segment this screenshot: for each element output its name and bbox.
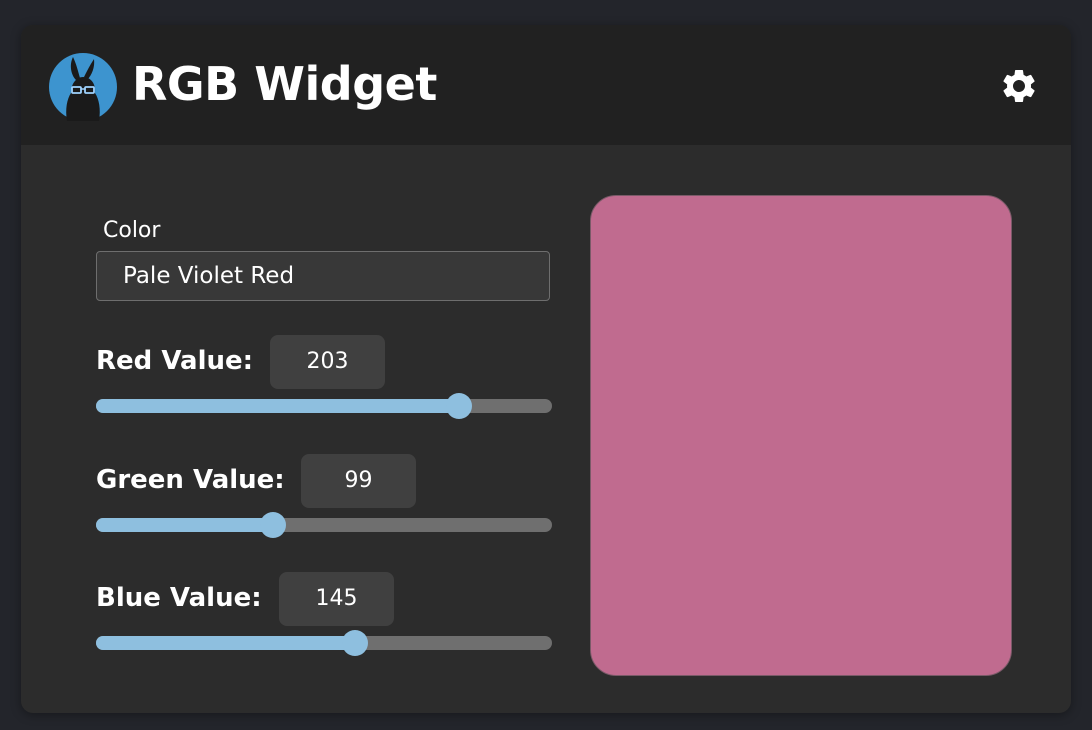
green-value-label: Green Value: [96, 465, 285, 495]
red-slider-thumb[interactable] [446, 393, 472, 419]
color-preview-swatch [590, 195, 1012, 676]
gear-icon[interactable] [999, 66, 1039, 106]
green-slider[interactable] [96, 512, 552, 538]
color-label: Color [103, 218, 161, 243]
header-bar: RGB Widget [21, 25, 1071, 145]
rabbit-logo-icon [49, 53, 117, 121]
green-slider-fill [96, 518, 274, 532]
green-value-input[interactable]: 99 [301, 454, 416, 508]
red-value-input[interactable]: 203 [270, 335, 385, 389]
blue-slider-thumb[interactable] [342, 630, 369, 656]
blue-value-label: Blue Value: [96, 583, 262, 613]
blue-slider[interactable] [96, 630, 552, 656]
blue-value-input[interactable]: 145 [279, 572, 394, 626]
app-title: RGB Widget [132, 57, 437, 111]
blue-slider-fill [96, 636, 356, 650]
red-slider-fill [96, 399, 459, 413]
green-slider-thumb[interactable] [260, 512, 287, 538]
red-slider[interactable] [96, 393, 552, 419]
color-name-input[interactable] [96, 251, 550, 301]
red-value-label: Red Value: [96, 346, 254, 376]
rgb-widget-card: RGB Widget Color Red Value: 203 Green Va… [21, 25, 1071, 713]
